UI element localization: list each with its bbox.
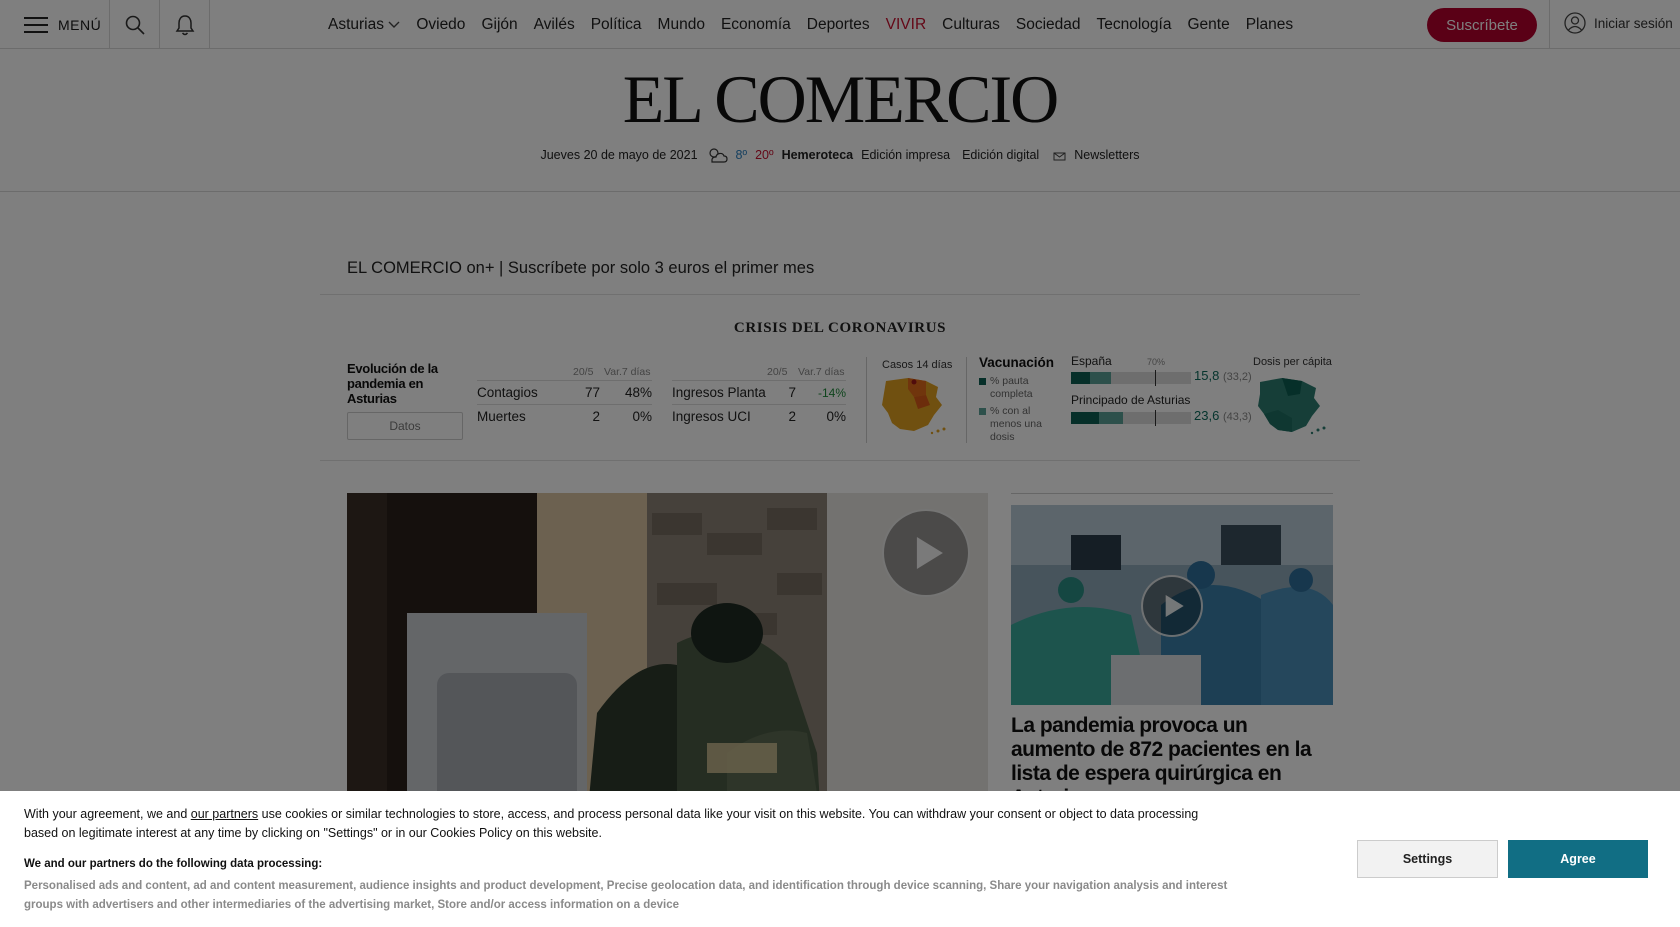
consent-heading: We and our partners do the following dat… xyxy=(24,858,323,870)
consent-text: With your agreement, we and our partners… xyxy=(24,807,1199,840)
partners-link[interactable]: our partners xyxy=(191,807,258,821)
modal-overlay xyxy=(0,0,1680,791)
settings-button[interactable]: Settings xyxy=(1357,840,1498,878)
consent-purposes: Personalised ads and content, ad and con… xyxy=(24,880,1228,911)
agree-button[interactable]: Agree xyxy=(1508,840,1648,878)
